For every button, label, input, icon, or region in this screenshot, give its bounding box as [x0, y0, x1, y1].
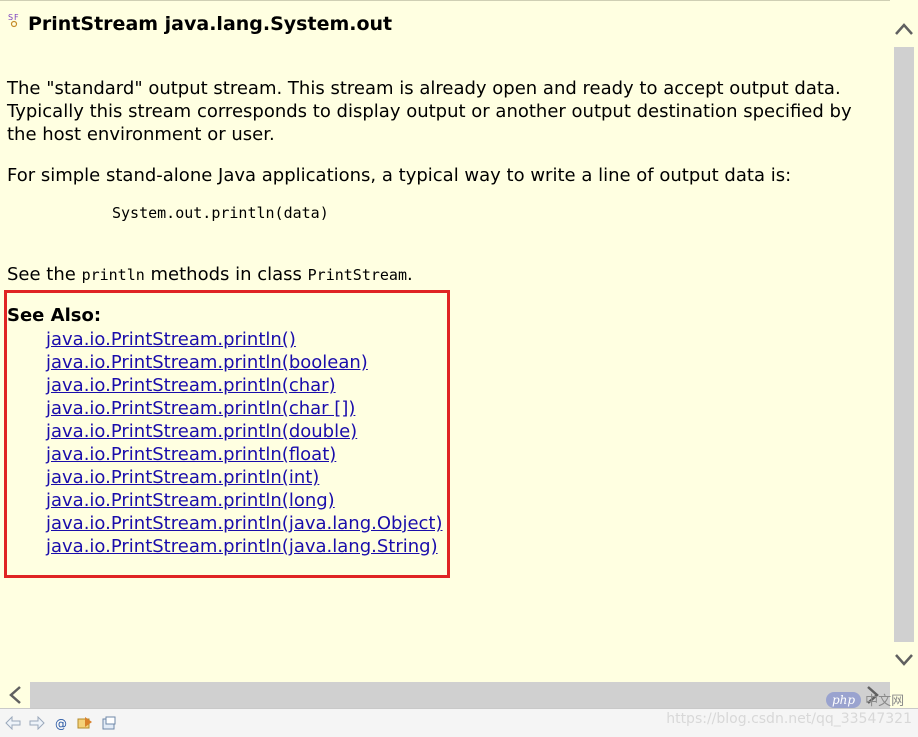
scroll-up-button[interactable] — [890, 11, 918, 47]
see-text-before: See the — [7, 264, 82, 285]
javadoc-view: S F PrintStream java.lang.System.out The… — [0, 0, 890, 683]
see-methods-text: See the println methods in class PrintSt… — [7, 263, 413, 287]
list-item: java.io.PrintStream.println(java.lang.St… — [46, 535, 443, 558]
list-item: java.io.PrintStream.println(float) — [46, 443, 443, 466]
code-example: System.out.println(data) — [112, 204, 329, 222]
static-field-icon: S F — [8, 12, 22, 28]
vertical-scroll-thumb[interactable] — [894, 47, 914, 642]
usage-intro-text: For simple stand-alone Java applications… — [7, 165, 792, 186]
list-item: java.io.PrintStream.println(char) — [46, 374, 443, 397]
logo-badge: php — [826, 691, 862, 708]
forward-icon — [29, 716, 45, 730]
see-also-link[interactable]: java.io.PrintStream.println(java.lang.Ob… — [46, 513, 443, 534]
see-also-link[interactable]: java.io.PrintStream.println(long) — [46, 490, 335, 511]
back-button[interactable] — [2, 712, 24, 734]
watermark: https://blog.csdn.net/qq_33547321 — [666, 711, 912, 727]
show-source-button[interactable] — [74, 712, 96, 734]
chevron-down-icon — [895, 654, 913, 666]
svg-text:F: F — [14, 13, 19, 22]
javadoc-toolbar: @ https://blog.csdn.net/qq_33547321 — [0, 708, 918, 737]
open-attached-javadoc-button[interactable]: @ — [50, 712, 72, 734]
list-item: java.io.PrintStream.println(long) — [46, 489, 443, 512]
see-also-link[interactable]: java.io.PrintStream.println() — [46, 329, 296, 350]
see-also-link[interactable]: java.io.PrintStream.println(double) — [46, 421, 357, 442]
member-header: S F PrintStream java.lang.System.out — [8, 11, 392, 37]
see-also-link[interactable]: java.io.PrintStream.println(char []) — [46, 398, 355, 419]
method-code: println — [81, 266, 145, 284]
see-also-list: java.io.PrintStream.println() java.io.Pr… — [46, 328, 443, 558]
horizontal-scrollbar[interactable] — [0, 682, 890, 708]
see-text-end: . — [407, 264, 413, 285]
logo-text: 中文网 — [865, 694, 905, 709]
see-also-link[interactable]: java.io.PrintStream.println(boolean) — [46, 352, 368, 373]
list-item: java.io.PrintStream.println(boolean) — [46, 351, 443, 374]
class-code: PrintStream — [307, 266, 407, 284]
show-source-icon — [77, 717, 92, 729]
see-also-link[interactable]: java.io.PrintStream.println(float) — [46, 444, 336, 465]
site-logo: php 中文网 — [826, 690, 904, 709]
see-also-link[interactable]: java.io.PrintStream.println(char) — [46, 375, 336, 396]
scroll-left-button[interactable] — [0, 682, 30, 708]
forward-button[interactable] — [26, 712, 48, 734]
svg-text:S: S — [8, 13, 13, 22]
see-text-middle: methods in class — [144, 264, 308, 285]
member-title: PrintStream java.lang.System.out — [28, 13, 393, 35]
list-item: java.io.PrintStream.println(double) — [46, 420, 443, 443]
description-text: The "standard" output stream. This strea… — [7, 78, 852, 145]
back-icon — [5, 716, 21, 730]
vertical-scrollbar[interactable] — [890, 11, 918, 682]
list-item: java.io.PrintStream.println() — [46, 328, 443, 351]
list-item: java.io.PrintStream.println(java.lang.Ob… — [46, 512, 443, 535]
list-item: java.io.PrintStream.println(int) — [46, 466, 443, 489]
chevron-left-icon — [9, 686, 21, 704]
scroll-down-button[interactable] — [890, 642, 918, 678]
open-declaration-icon — [102, 716, 116, 730]
svg-text:@: @ — [55, 717, 67, 730]
list-item: java.io.PrintStream.println(char []) — [46, 397, 443, 420]
see-also-link[interactable]: java.io.PrintStream.println(int) — [46, 467, 319, 488]
see-also-link[interactable]: java.io.PrintStream.println(java.lang.St… — [46, 536, 438, 557]
link-icon: @ — [55, 717, 67, 730]
chevron-up-icon — [895, 23, 913, 35]
see-also-heading: See Also: — [7, 305, 102, 326]
open-declaration-button[interactable] — [98, 712, 120, 734]
